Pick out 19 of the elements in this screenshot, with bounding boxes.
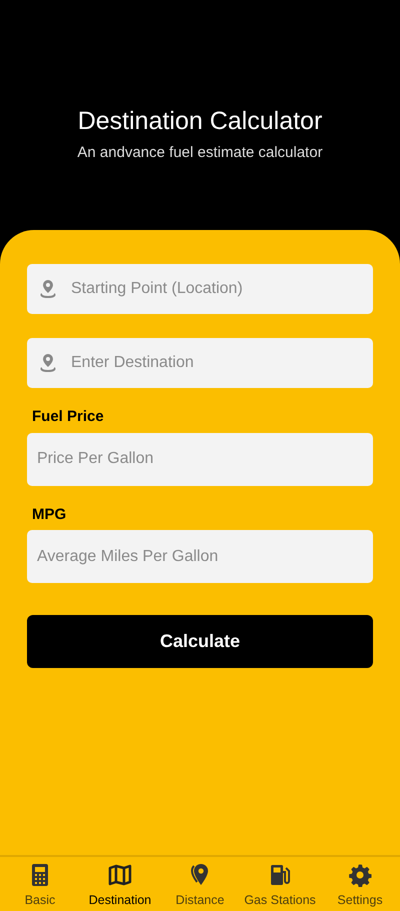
input-field[interactable]: Enter Destination	[27, 338, 373, 388]
location-pin-icon	[40, 353, 56, 373]
input-field[interactable]: Starting Point (Location)	[27, 264, 373, 314]
field-label: Fuel Price	[32, 407, 105, 427]
screen-title: Destination Calculator	[76, 106, 324, 136]
location-pin-icon	[40, 279, 56, 299]
input-field[interactable]: Average Miles Per Gallon	[27, 530, 373, 583]
map-icon	[108, 863, 132, 888]
screen-subtitle: An andvance fuel estimate calculator	[76, 143, 324, 163]
fuel-pump-icon	[268, 863, 292, 888]
nav-tab[interactable]: Gas Stations	[240, 857, 320, 911]
nav-tab[interactable]: Settings	[320, 857, 400, 911]
settings-icon	[348, 863, 372, 888]
nav-tab[interactable]: Destination	[80, 857, 160, 911]
input-field[interactable]: Price Per Gallon	[27, 432, 373, 486]
nav-tab[interactable]: Basic	[0, 857, 80, 911]
calculate-button[interactable]: Calculate	[27, 615, 373, 668]
nav-tab[interactable]: Distance	[160, 857, 240, 911]
field-label: MPG	[32, 504, 68, 524]
